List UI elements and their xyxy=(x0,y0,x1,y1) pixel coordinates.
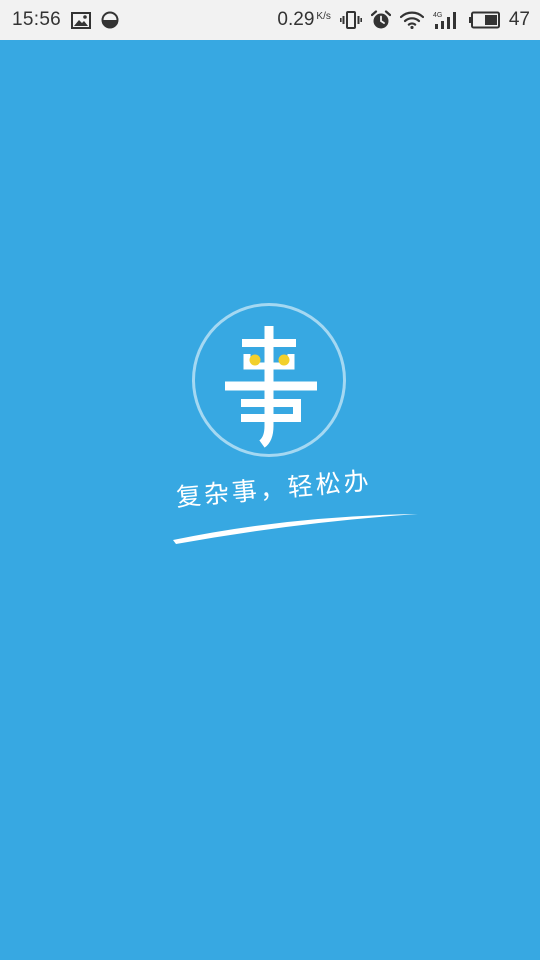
status-bar-right: 0.29 K/s 4G 47 xyxy=(277,9,530,31)
svg-text:4G: 4G xyxy=(433,12,442,19)
wifi-icon xyxy=(399,11,424,29)
data-saver-icon xyxy=(101,11,119,29)
network-speed-value: 0.29 xyxy=(277,9,315,30)
app-logo xyxy=(192,303,346,457)
alarm-icon xyxy=(370,10,391,30)
status-bar: 15:56 0.29 K/s 4G 47 xyxy=(0,0,540,40)
gallery-icon xyxy=(71,11,92,29)
network-speed-unit: K/s xyxy=(316,11,331,22)
vibrate-icon xyxy=(339,11,362,29)
shi-character-logo-icon xyxy=(225,326,317,448)
battery-icon xyxy=(468,11,500,29)
status-bar-left: 15:56 xyxy=(12,9,119,31)
slogan-text: 复杂事，轻松办 xyxy=(174,465,373,512)
battery-level: 47 xyxy=(508,9,530,30)
slogan-underline-swoosh xyxy=(173,514,418,544)
network-speed: 0.29 K/s xyxy=(277,9,330,31)
signal-4g-icon: 4G xyxy=(433,10,459,30)
status-time: 15:56 xyxy=(12,9,62,30)
splash-screen: 15:56 0.29 K/s 4G 47 复杂事，轻松办 xyxy=(0,0,540,960)
